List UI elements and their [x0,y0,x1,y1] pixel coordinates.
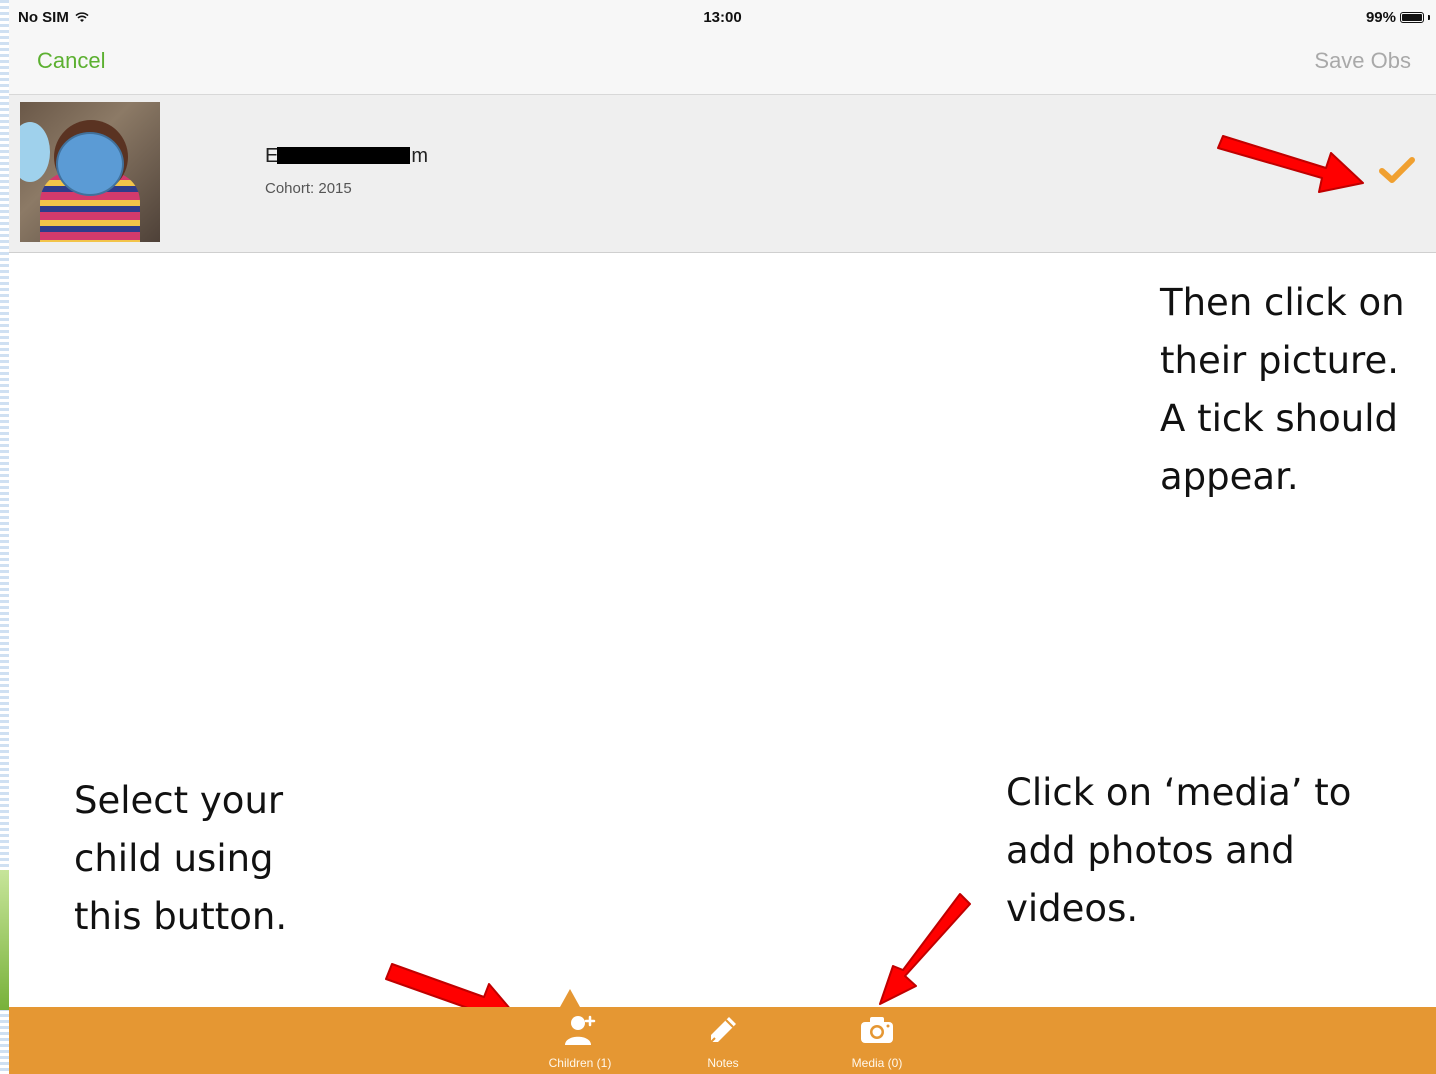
face-redaction-circle [56,132,124,196]
child-cohort: Cohort: 2015 [265,180,352,197]
tab-children[interactable]: Children (1) [520,1013,640,1070]
add-child-icon [565,1015,596,1045]
tab-notes[interactable]: Notes [673,1013,773,1070]
save-obs-button[interactable]: Save Obs [1314,48,1411,74]
battery-percent: 99% [1365,9,1396,26]
battery-tip [1428,15,1430,20]
status-right: 99% [1366,9,1430,26]
app-header: No SIM 13:00 99% Cancel Save Obs [9,0,1436,95]
cancel-button[interactable]: Cancel [37,48,105,74]
annotation-select-hint: Select your child using this button. [74,779,288,938]
active-tab-indicator [560,989,580,1007]
nav-bar: Cancel Save Obs [9,36,1436,94]
tab-bar: Children (1) Notes Media (0) [9,989,1436,1074]
tab-children-label: Children (1) [548,1056,612,1070]
tab-media[interactable]: Media (0) [827,1013,927,1070]
child-photo[interactable] [20,102,160,242]
status-bar: No SIM 13:00 99% [9,0,1436,36]
status-time: 13:00 [703,9,742,26]
camera-icon [861,1017,893,1043]
photo-background-toy [20,122,50,182]
annotation-tick-hint: Then click on their picture. A tick shou… [1160,281,1405,498]
slide-border-accent [0,870,9,1010]
child-name-end: m [411,145,429,167]
checkmark-icon [1379,157,1415,183]
arrow-to-media-tab-icon [879,893,971,1005]
annotation-media-hint: Click on ‘media’ to add photos and video… [1006,771,1352,930]
battery-fill [1402,14,1422,21]
tab-notes-label: Notes [707,1056,739,1070]
battery-icon [1400,12,1424,23]
tab-media-label: Media (0) [851,1056,903,1070]
arrow-to-tick-icon [1217,135,1364,193]
pencil-icon [710,1017,736,1043]
name-redaction-bar [277,147,410,164]
